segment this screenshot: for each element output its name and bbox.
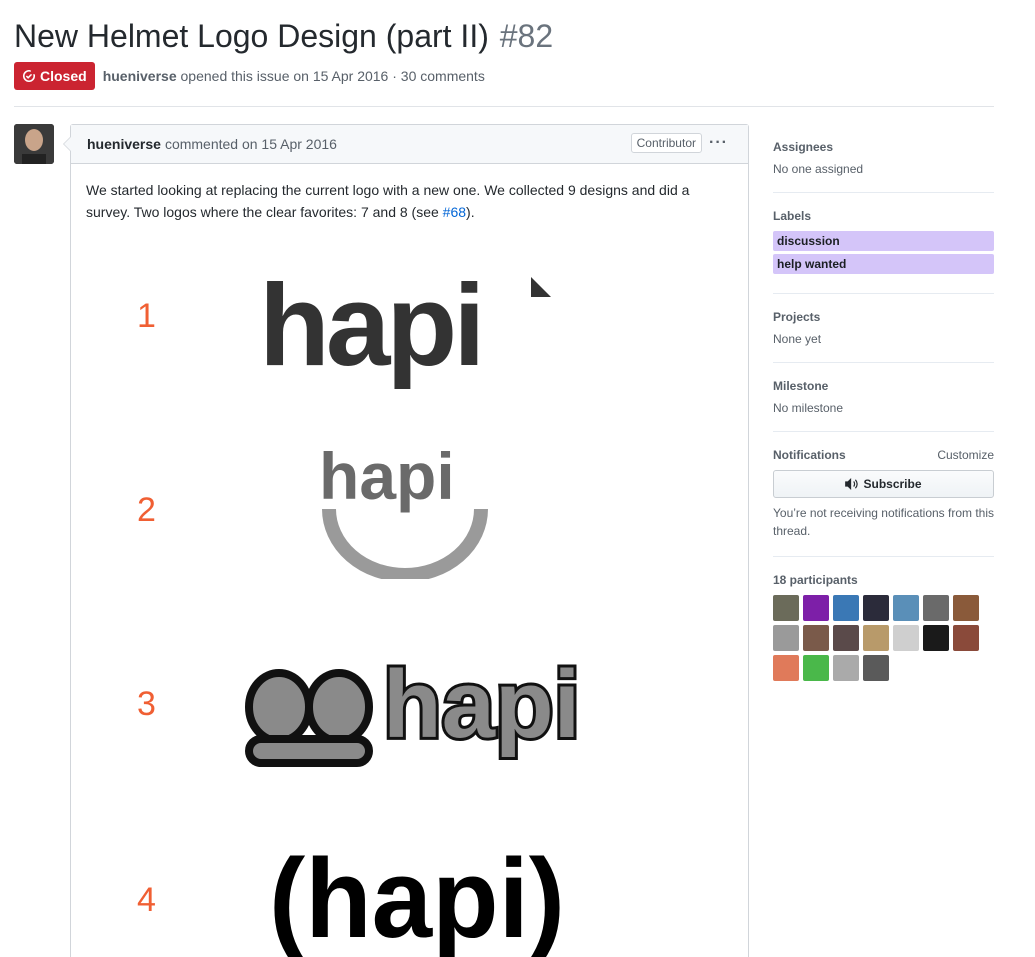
logo-2-image: hapi xyxy=(319,439,488,579)
assignees-heading[interactable]: Assignees xyxy=(773,140,994,154)
participant-avatar[interactable] xyxy=(863,655,889,681)
logo-3-helmet-shape xyxy=(245,669,373,767)
contributor-badge: Contributor xyxy=(630,133,702,153)
speaker-icon xyxy=(845,478,859,490)
logo-1-image: hapi xyxy=(259,265,551,390)
participant-avatar[interactable] xyxy=(833,655,859,681)
sidebar-labels: Labels discussion help wanted xyxy=(773,193,994,294)
notifications-help: You’re not receiving notifications from … xyxy=(773,506,995,538)
label-help-wanted[interactable]: help wanted xyxy=(773,254,994,274)
participant-avatar[interactable] xyxy=(923,595,949,621)
logo-1-text: hapi xyxy=(259,265,481,390)
projects-heading[interactable]: Projects xyxy=(773,310,994,324)
comment-timestamp[interactable]: commented on 15 Apr 2016 xyxy=(165,136,337,152)
projects-value: None yet xyxy=(773,332,822,346)
logo-number-1: 1 xyxy=(137,297,156,335)
issue-meta-text: hueniverse opened this issue on 15 Apr 2… xyxy=(103,68,485,84)
sidebar-projects: Projects None yet xyxy=(773,294,994,363)
logo-2-smile-arc xyxy=(322,508,488,579)
participant-avatar[interactable] xyxy=(863,625,889,651)
state-badge-label: Closed xyxy=(40,68,87,84)
avatar-image xyxy=(14,124,54,164)
sidebar-participants: 18 participants xyxy=(773,557,994,701)
customize-link[interactable]: Customize xyxy=(937,448,994,462)
participant-avatar[interactable] xyxy=(773,655,799,681)
participant-avatar[interactable] xyxy=(893,595,919,621)
state-badge: Closed xyxy=(14,62,95,90)
participant-avatar[interactable] xyxy=(833,595,859,621)
logo-number-2: 2 xyxy=(137,491,156,529)
issue-title-text: New Helmet Logo Design (part II) xyxy=(14,18,489,54)
logo-number-3: 3 xyxy=(137,685,156,723)
avatar[interactable] xyxy=(14,124,54,164)
participant-avatar[interactable] xyxy=(953,625,979,651)
participant-avatar[interactable] xyxy=(923,625,949,651)
logo-1-corner-shape xyxy=(531,277,551,297)
participant-avatar[interactable] xyxy=(803,595,829,621)
header-divider xyxy=(14,106,994,107)
labels-heading[interactable]: Labels xyxy=(773,209,994,223)
participant-avatar[interactable] xyxy=(893,625,919,651)
comment-body: We started looking at replacing the curr… xyxy=(71,164,748,238)
issue-title: New Helmet Logo Design (part II) #82 xyxy=(14,14,994,58)
comment-box: hueniverse commented on 15 Apr 2016 Cont… xyxy=(63,124,749,957)
comment-author-link[interactable]: hueniverse xyxy=(87,136,161,152)
issue-closed-icon xyxy=(22,69,36,83)
label-discussion[interactable]: discussion xyxy=(773,231,994,251)
subscribe-label: Subscribe xyxy=(863,477,922,491)
participants-heading: 18 participants xyxy=(773,573,858,587)
issue-number: #82 xyxy=(499,18,554,54)
participant-avatar[interactable] xyxy=(833,625,859,651)
logo-3-image: hapi xyxy=(245,648,583,767)
subscribe-button[interactable]: Subscribe xyxy=(773,470,994,498)
sidebar-notifications: Notifications Customize Subscribe You’re… xyxy=(773,432,994,557)
issue-author-link[interactable]: hueniverse xyxy=(103,68,177,84)
comment-text-prefix: We started looking at replacing the curr… xyxy=(86,182,690,220)
assignees-value: No one assigned xyxy=(773,162,864,176)
participant-avatar[interactable] xyxy=(953,595,979,621)
logo-3-text: hapi xyxy=(383,651,580,758)
issue-meta-rest: opened this issue on 15 Apr 2016 · 30 co… xyxy=(180,68,485,84)
participants-list xyxy=(773,595,985,685)
issue-sidebar: Assignees No one assigned Labels discuss… xyxy=(773,124,994,701)
milestone-heading[interactable]: Milestone xyxy=(773,379,994,393)
logo-4-image: (hapi) xyxy=(269,836,565,957)
participant-avatar[interactable] xyxy=(803,625,829,651)
participant-avatar[interactable] xyxy=(773,595,799,621)
participant-avatar[interactable] xyxy=(803,655,829,681)
logo-number-4: 4 xyxy=(137,881,156,919)
kebab-icon[interactable]: ··· xyxy=(709,134,728,152)
issue-reference-link[interactable]: #68 xyxy=(443,204,466,220)
comment-text-suffix: ). xyxy=(466,204,475,220)
sidebar-milestone: Milestone No milestone xyxy=(773,363,994,432)
comment-header: hueniverse commented on 15 Apr 2016 Cont… xyxy=(71,125,748,164)
sidebar-assignees: Assignees No one assigned xyxy=(773,124,994,193)
participant-avatar[interactable] xyxy=(863,595,889,621)
logo-2-text: hapi xyxy=(319,439,455,513)
milestone-value: No milestone xyxy=(773,401,844,415)
logo-4-text: (hapi) xyxy=(269,836,565,957)
issue-header: New Helmet Logo Design (part II) #82 Clo… xyxy=(14,14,994,90)
issue-meta: Closed hueniverse opened this issue on 1… xyxy=(14,62,994,90)
participant-avatar[interactable] xyxy=(773,625,799,651)
